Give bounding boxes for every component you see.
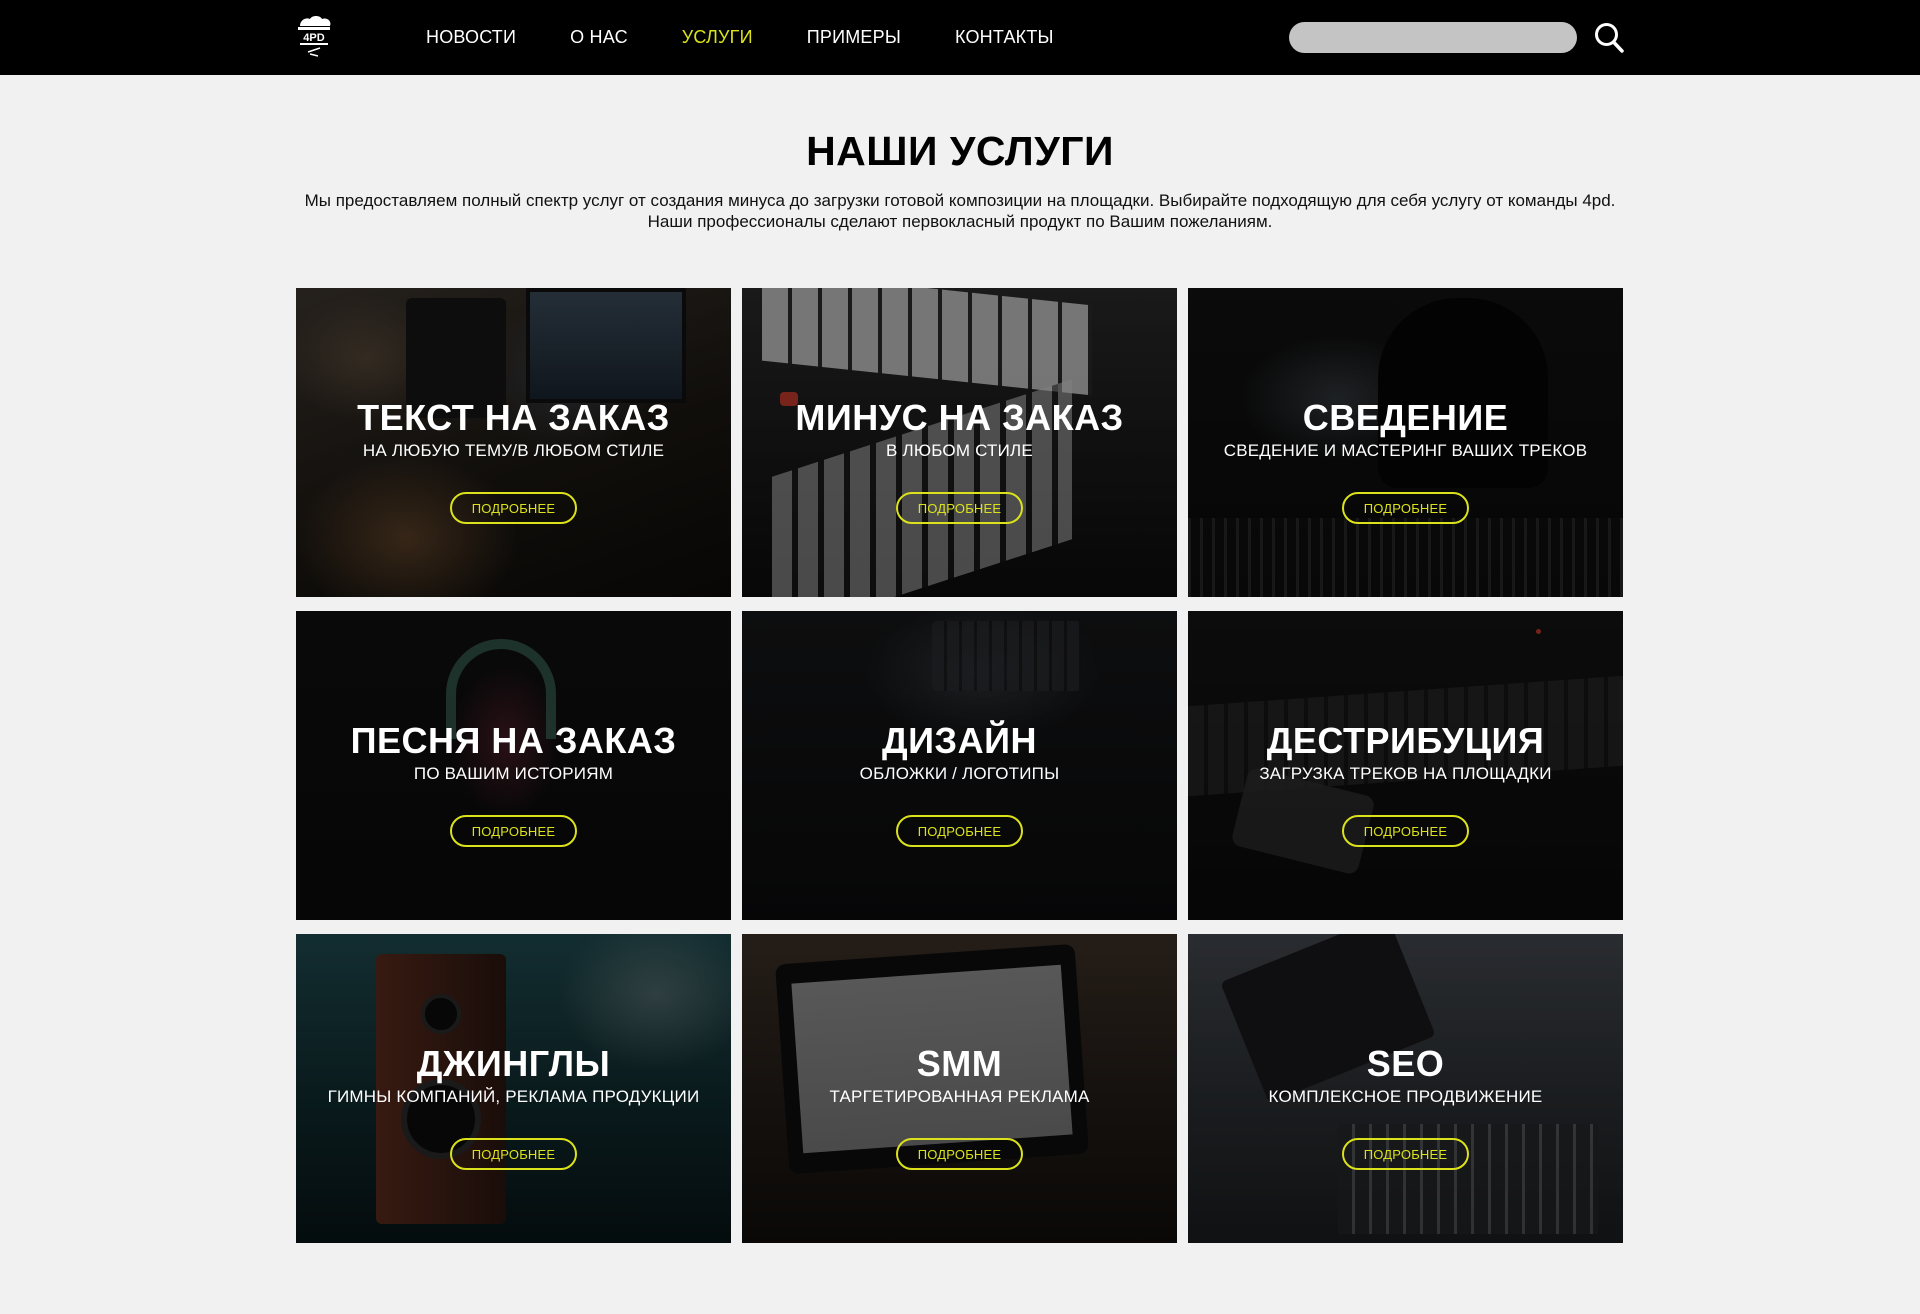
card-subtitle: В ЛЮБОМ СТИЛЕ	[886, 441, 1033, 460]
site-header: 4PD НОВОСТИ О НАС УСЛУГИ ПРИМЕРЫ КОНТАКТ…	[0, 0, 1920, 75]
card-subtitle: НА ЛЮБУЮ ТЕМУ/В ЛЮБОМ СТИЛЕ	[362, 441, 665, 460]
service-card-beat[interactable]: МИНУС НА ЗАКАЗ В ЛЮБОМ СТИЛЕ ПОДРОБНЕЕ	[742, 288, 1177, 597]
card-subtitle: ПО ВАШИМ ИСТОРИЯМ	[413, 764, 614, 783]
search-input[interactable]	[1289, 22, 1577, 53]
intro-text: Мы предоставляем полный спектр услуг от …	[304, 191, 1616, 231]
details-button[interactable]: ПОДРОБНЕЕ	[450, 1138, 577, 1170]
service-card-mixing[interactable]: СВЕДЕНИЕ СВЕДЕНИЕ И МАСТЕРИНГ ВАШИХ ТРЕК…	[1188, 288, 1623, 597]
nav-news[interactable]: НОВОСТИ	[426, 27, 516, 48]
services-grid: ТЕКСТ НА ЗАКАЗ НА ЛЮБУЮ ТЕМУ/В ЛЮБОМ СТИ…	[296, 288, 1623, 1243]
details-button[interactable]: ПОДРОБНЕЕ	[450, 815, 577, 847]
details-button[interactable]: ПОДРОБНЕЕ	[1342, 1138, 1469, 1170]
card-title: ДИЗАЙН	[882, 720, 1037, 761]
nav-about[interactable]: О НАС	[570, 27, 628, 48]
details-button[interactable]: ПОДРОБНЕЕ	[450, 492, 577, 524]
page-title: НАШИ УСЛУГИ	[806, 128, 1114, 174]
card-title: ДЖИНГЛЫ	[416, 1043, 611, 1084]
details-button[interactable]: ПОДРОБНЕЕ	[1342, 492, 1469, 524]
card-title: ПЕСНЯ НА ЗАКАЗ	[350, 720, 677, 761]
service-card-song[interactable]: ПЕСНЯ НА ЗАКАЗ ПО ВАШИМ ИСТОРИЯМ ПОДРОБН…	[296, 611, 731, 920]
card-subtitle: ГИМНЫ КОМПАНИЙ, РЕКЛАМА ПРОДУКЦИИ	[327, 1087, 700, 1106]
service-card-distribution[interactable]: ДЕСТРИБУЦИЯ ЗАГРУЗКА ТРЕКОВ НА ПЛОЩАДКИ …	[1188, 611, 1623, 920]
service-card-smm[interactable]: SMM ТАРГЕТИРОВАННАЯ РЕКЛАМА ПОДРОБНЕЕ	[742, 934, 1177, 1243]
service-card-seo[interactable]: SEO КОМПЛЕКСНОЕ ПРОДВИЖЕНИЕ ПОДРОБНЕЕ	[1188, 934, 1623, 1243]
service-card-lyrics[interactable]: ТЕКСТ НА ЗАКАЗ НА ЛЮБУЮ ТЕМУ/В ЛЮБОМ СТИ…	[296, 288, 731, 597]
card-title: ДЕСТРИБУЦИЯ	[1266, 720, 1545, 761]
card-subtitle: КОМПЛЕКСНОЕ ПРОДВИЖЕНИЕ	[1268, 1087, 1543, 1106]
details-button[interactable]: ПОДРОБНЕЕ	[896, 1138, 1023, 1170]
logo[interactable]: 4PD	[294, 14, 334, 60]
card-subtitle: ТАРГЕТИРОВАННАЯ РЕКЛАМА	[829, 1087, 1090, 1106]
card-title: ТЕКСТ НА ЗАКАЗ	[357, 397, 670, 438]
card-title: СВЕДЕНИЕ	[1302, 397, 1509, 438]
card-subtitle: СВЕДЕНИЕ И МАСТЕРИНГ ВАШИХ ТРЕКОВ	[1223, 441, 1588, 460]
details-button[interactable]: ПОДРОБНЕЕ	[1342, 815, 1469, 847]
details-button[interactable]: ПОДРОБНЕЕ	[896, 815, 1023, 847]
svg-text:4PD: 4PD	[303, 32, 324, 44]
nav-contacts[interactable]: КОНТАКТЫ	[955, 27, 1054, 48]
nav-services[interactable]: УСЛУГИ	[682, 27, 753, 48]
details-button[interactable]: ПОДРОБНЕЕ	[896, 492, 1023, 524]
card-subtitle: ЗАГРУЗКА ТРЕКОВ НА ПЛОЩАДКИ	[1259, 764, 1552, 783]
main-nav: НОВОСТИ О НАС УСЛУГИ ПРИМЕРЫ КОНТАКТЫ	[426, 0, 1108, 75]
card-title: SEO	[1366, 1043, 1445, 1084]
nav-examples[interactable]: ПРИМЕРЫ	[807, 27, 901, 48]
service-card-design[interactable]: ДИЗАЙН ОБЛОЖКИ / ЛОГОТИПЫ ПОДРОБНЕЕ	[742, 611, 1177, 920]
card-title: МИНУС НА ЗАКАЗ	[795, 397, 1124, 438]
card-title: SMM	[916, 1043, 1003, 1084]
card-subtitle: ОБЛОЖКИ / ЛОГОТИПЫ	[859, 764, 1060, 783]
search-icon[interactable]	[1594, 22, 1624, 54]
service-card-jingles[interactable]: ДЖИНГЛЫ ГИМНЫ КОМПАНИЙ, РЕКЛАМА ПРОДУКЦИ…	[296, 934, 731, 1243]
